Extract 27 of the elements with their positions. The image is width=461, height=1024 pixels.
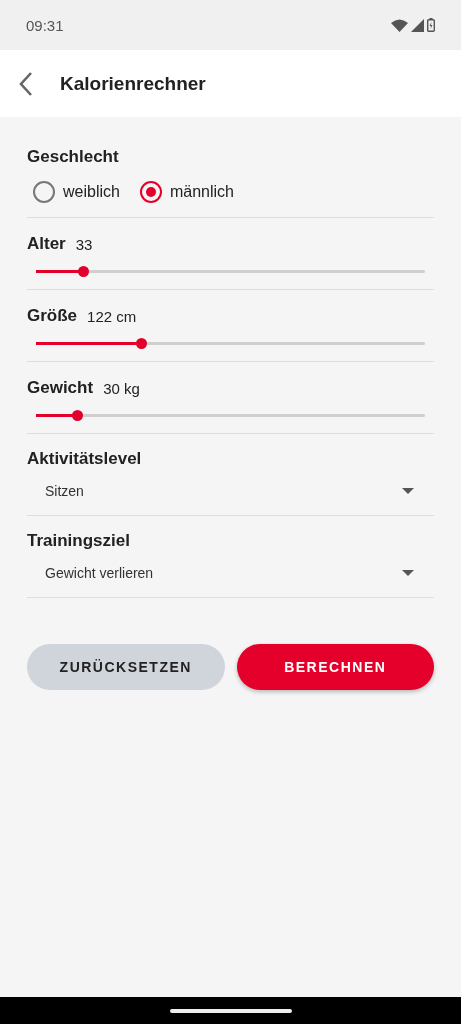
dropdown[interactable]: Sitzen (27, 483, 434, 499)
slider-value: 33 (75, 235, 93, 253)
slider-value: 122 cm (87, 307, 137, 325)
page-title: Kalorienrechner (60, 72, 206, 95)
field-label: Größe (27, 306, 78, 326)
status-time: 09:31 (26, 16, 64, 34)
battery-icon (427, 18, 435, 32)
field-label: Trainingsziel (27, 531, 130, 550)
home-handle[interactable] (169, 1008, 292, 1013)
wifi-icon (391, 18, 408, 32)
reset-button[interactable]: ZURÜCKSETZEN (27, 644, 225, 690)
field-label: Aktivitätslevel (27, 449, 142, 468)
field-label: Alter (27, 234, 66, 254)
slider-thumb[interactable] (136, 338, 147, 349)
slider-thumb[interactable] (71, 410, 83, 421)
field-label: Geschlecht (27, 147, 119, 166)
caret-icon (402, 488, 414, 494)
radio-option[interactable]: weiblich (33, 181, 120, 203)
radio-option[interactable]: männlich (139, 181, 234, 203)
calculate-button[interactable]: BERECHNEN (236, 644, 434, 690)
caret-icon (402, 570, 414, 576)
slider-value: 30 kg (103, 379, 140, 397)
field-label: Gewicht (27, 378, 94, 398)
slider-thumb[interactable] (77, 266, 89, 277)
signal-icon (411, 18, 424, 32)
back-button[interactable] (18, 70, 34, 97)
dropdown[interactable]: Gewicht verlieren (27, 565, 434, 581)
